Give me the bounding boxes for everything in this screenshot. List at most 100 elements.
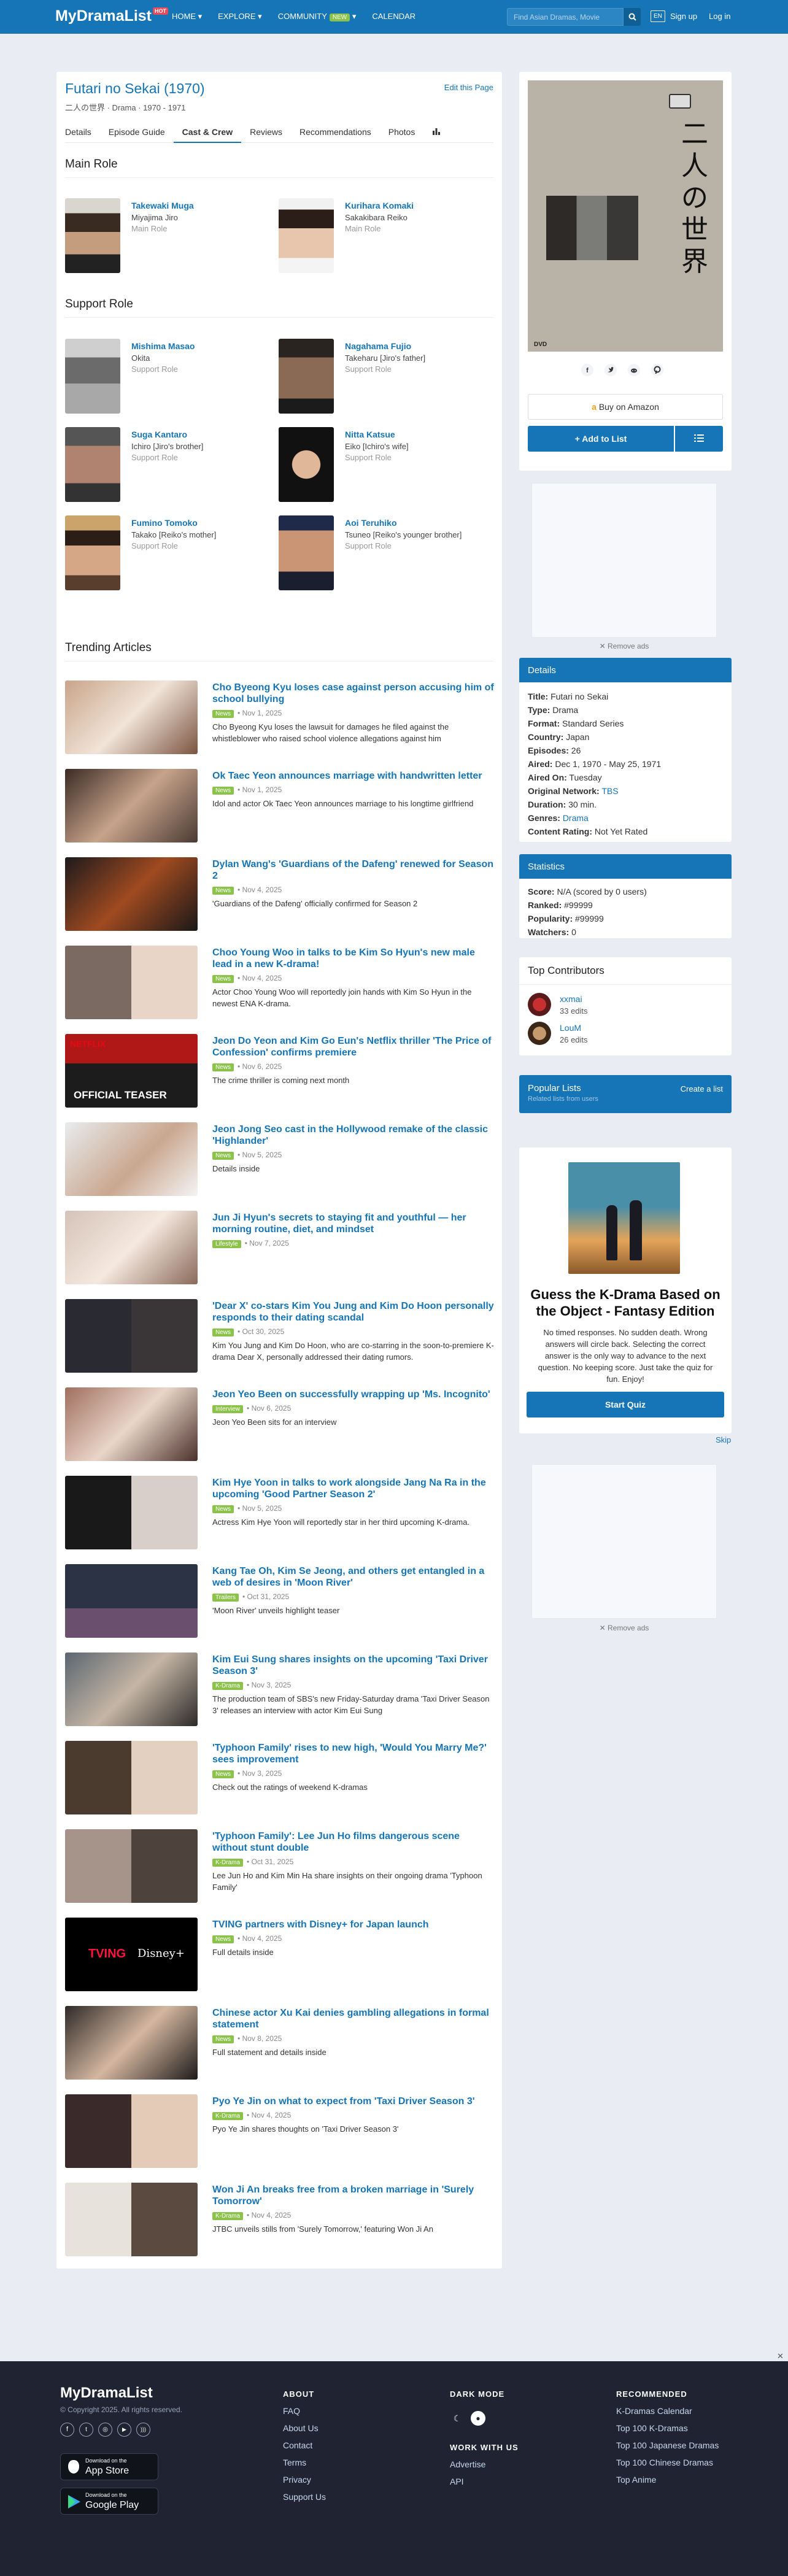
article-thumbnail[interactable] <box>65 1741 198 1814</box>
actor-name[interactable]: Kurihara Komaki <box>345 201 414 210</box>
article-category-badge[interactable]: News <box>212 975 234 983</box>
footer-work-link[interactable]: Advertise <box>450 2459 519 2469</box>
actor-photo[interactable] <box>65 515 120 590</box>
article-item[interactable]: Dylan Wang's 'Guardians of the Dafeng' r… <box>65 857 493 932</box>
login-link[interactable]: Log in <box>709 12 730 21</box>
actor-photo[interactable] <box>65 427 120 502</box>
article-thumbnail[interactable] <box>65 1211 198 1284</box>
article-item[interactable]: Kim Eui Sung shares insights on the upco… <box>65 1652 493 1727</box>
actor-photo[interactable] <box>279 515 334 590</box>
facebook-icon[interactable]: f <box>581 363 594 377</box>
start-quiz-button[interactable]: Start Quiz <box>527 1392 724 1417</box>
actor-photo[interactable] <box>65 339 120 414</box>
article-category-badge[interactable]: Trailers <box>212 1594 239 1602</box>
footer-recommended-link[interactable]: K-Dramas Calendar <box>616 2406 719 2416</box>
footer-logo[interactable]: MyDramaList <box>60 2385 153 2402</box>
article-category-badge[interactable]: K-Drama <box>212 2212 244 2220</box>
twitter-icon[interactable]: t <box>79 2423 93 2437</box>
actor-name[interactable]: Nagahama Fujio <box>345 341 411 351</box>
tab-cast-crew[interactable]: Cast & Crew <box>173 121 242 143</box>
article-item[interactable]: Ok Taec Yeon announces marriage with han… <box>65 769 493 844</box>
contributor-name[interactable]: xxmai <box>560 994 582 1004</box>
article-title[interactable]: Jun Ji Hyun's secrets to staying fit and… <box>212 1212 495 1235</box>
actor-photo[interactable] <box>65 198 120 273</box>
article-title[interactable]: Ok Taec Yeon announces marriage with han… <box>212 770 495 782</box>
list-menu-button[interactable] <box>675 426 723 452</box>
footer-work-link[interactable]: API <box>450 2477 519 2486</box>
kv-link[interactable]: Drama <box>563 813 589 823</box>
nav-calendar[interactable]: CALENDAR <box>372 12 415 21</box>
actor-name[interactable]: Nitta Katsue <box>345 430 395 439</box>
article-title[interactable]: 'Dear X' co-stars Kim You Jung and Kim D… <box>212 1300 495 1324</box>
avatar[interactable] <box>528 993 551 1016</box>
page-title[interactable]: Futari no Sekai (1970) <box>65 80 205 97</box>
actor-name[interactable]: Aoi Teruhiko <box>345 518 397 528</box>
article-thumbnail[interactable] <box>65 2183 198 2256</box>
tab-recommendations[interactable]: Recommendations <box>291 121 380 143</box>
skip-quiz-link[interactable]: Skip <box>716 1435 731 1444</box>
search-input[interactable]: Find Asian Dramas, Movie <box>507 8 624 26</box>
article-category-badge[interactable]: Interview <box>212 1405 244 1413</box>
add-to-list-button[interactable]: + Add to List <box>528 426 674 452</box>
tab-details[interactable]: Details <box>65 121 100 143</box>
pinterest-icon[interactable] <box>651 363 664 377</box>
sun-icon[interactable]: ● <box>471 2411 485 2426</box>
article-category-badge[interactable]: K-Drama <box>212 2112 244 2120</box>
article-title[interactable]: Kim Eui Sung shares insights on the upco… <box>212 1654 495 1677</box>
article-category-badge[interactable]: News <box>212 887 234 895</box>
tab-stats[interactable] <box>423 121 449 143</box>
cast-card[interactable]: Kurihara Komaki Sakakibara Reiko Main Ro… <box>279 198 487 273</box>
cast-card[interactable]: Takewaki Muga Miyajima Jiro Main Role <box>65 198 274 273</box>
footer-about-link[interactable]: Support Us <box>283 2492 326 2502</box>
footer-recommended-link[interactable]: Top Anime <box>616 2475 719 2485</box>
cast-card[interactable]: Nagahama Fujio Takeharu [Jiro's father] … <box>279 339 487 414</box>
article-item[interactable]: Jun Ji Hyun's secrets to staying fit and… <box>65 1211 493 1286</box>
article-category-badge[interactable]: News <box>212 1328 234 1336</box>
tab-photos[interactable]: Photos <box>380 121 424 143</box>
article-category-badge[interactable]: K-Drama <box>212 1682 244 1690</box>
ad-slot[interactable] <box>531 1464 717 1619</box>
article-thumbnail[interactable] <box>65 1122 198 1196</box>
app-store-button[interactable]: Download on the App Store <box>60 2453 158 2480</box>
article-title[interactable]: Chinese actor Xu Kai denies gambling all… <box>212 2007 495 2030</box>
article-category-badge[interactable]: News <box>212 787 234 795</box>
article-category-badge[interactable]: News <box>212 1063 234 1071</box>
cast-card[interactable]: Mishima Masao Okita Support Role <box>65 339 274 414</box>
article-title[interactable]: Jeon Do Yeon and Kim Go Eun's Netflix th… <box>212 1035 495 1059</box>
remove-ads-link[interactable]: ✕ Remove ads <box>531 1624 717 1632</box>
article-title[interactable]: Choo Young Woo in talks to be Kim So Hyu… <box>212 947 495 970</box>
nav-explore[interactable]: EXPLORE ▾ <box>218 12 262 21</box>
footer-recommended-link[interactable]: Top 100 Chinese Dramas <box>616 2458 719 2467</box>
actor-name[interactable]: Fumino Tomoko <box>131 518 198 528</box>
footer-about-link[interactable]: Privacy <box>283 2475 326 2485</box>
create-list-link[interactable]: Create a list <box>681 1084 723 1093</box>
article-item[interactable]: 'Typhoon Family' rises to new high, 'Wou… <box>65 1741 493 1816</box>
article-thumbnail[interactable] <box>65 1652 198 1726</box>
article-title[interactable]: Won Ji An breaks free from a broken marr… <box>212 2184 495 2207</box>
edit-page-link[interactable]: Edit this Page <box>444 83 493 92</box>
kv-link[interactable]: TBS <box>601 786 618 796</box>
article-item[interactable]: Jeon Yeo Been on successfully wrapping u… <box>65 1387 493 1462</box>
tab-episode-guide[interactable]: Episode Guide <box>100 121 174 143</box>
article-category-badge[interactable]: News <box>212 1935 234 1943</box>
remove-ads-link[interactable]: ✕ Remove ads <box>531 642 717 650</box>
actor-photo[interactable] <box>279 198 334 273</box>
quiz-title[interactable]: Guess the K-Drama Based on the Object - … <box>528 1286 723 1319</box>
article-title[interactable]: Dylan Wang's 'Guardians of the Dafeng' r… <box>212 858 495 882</box>
article-thumbnail[interactable] <box>65 681 198 754</box>
nav-home[interactable]: HOME ▾ <box>172 12 202 21</box>
article-item[interactable]: 'Typhoon Family': Lee Jun Ho films dange… <box>65 1829 493 1904</box>
reddit-icon[interactable] <box>627 363 641 377</box>
article-thumbnail[interactable] <box>65 1387 198 1461</box>
signup-link[interactable]: Sign up <box>670 12 697 21</box>
ad-slot[interactable] <box>531 483 717 638</box>
cast-card[interactable]: Fumino Tomoko Takako [Reiko's mother] Su… <box>65 515 274 590</box>
footer-about-link[interactable]: FAQ <box>283 2406 326 2416</box>
article-category-badge[interactable]: News <box>212 1152 234 1160</box>
youtube-icon[interactable]: ▶ <box>117 2423 131 2437</box>
article-category-badge[interactable]: K-Drama <box>212 1859 244 1867</box>
footer-about-link[interactable]: Contact <box>283 2440 326 2450</box>
article-item[interactable]: Pyo Ye Jin on what to expect from 'Taxi … <box>65 2094 493 2169</box>
moon-icon[interactable]: ☾ <box>450 2411 465 2426</box>
article-title[interactable]: Jeon Yeo Been on successfully wrapping u… <box>212 1389 495 1400</box>
